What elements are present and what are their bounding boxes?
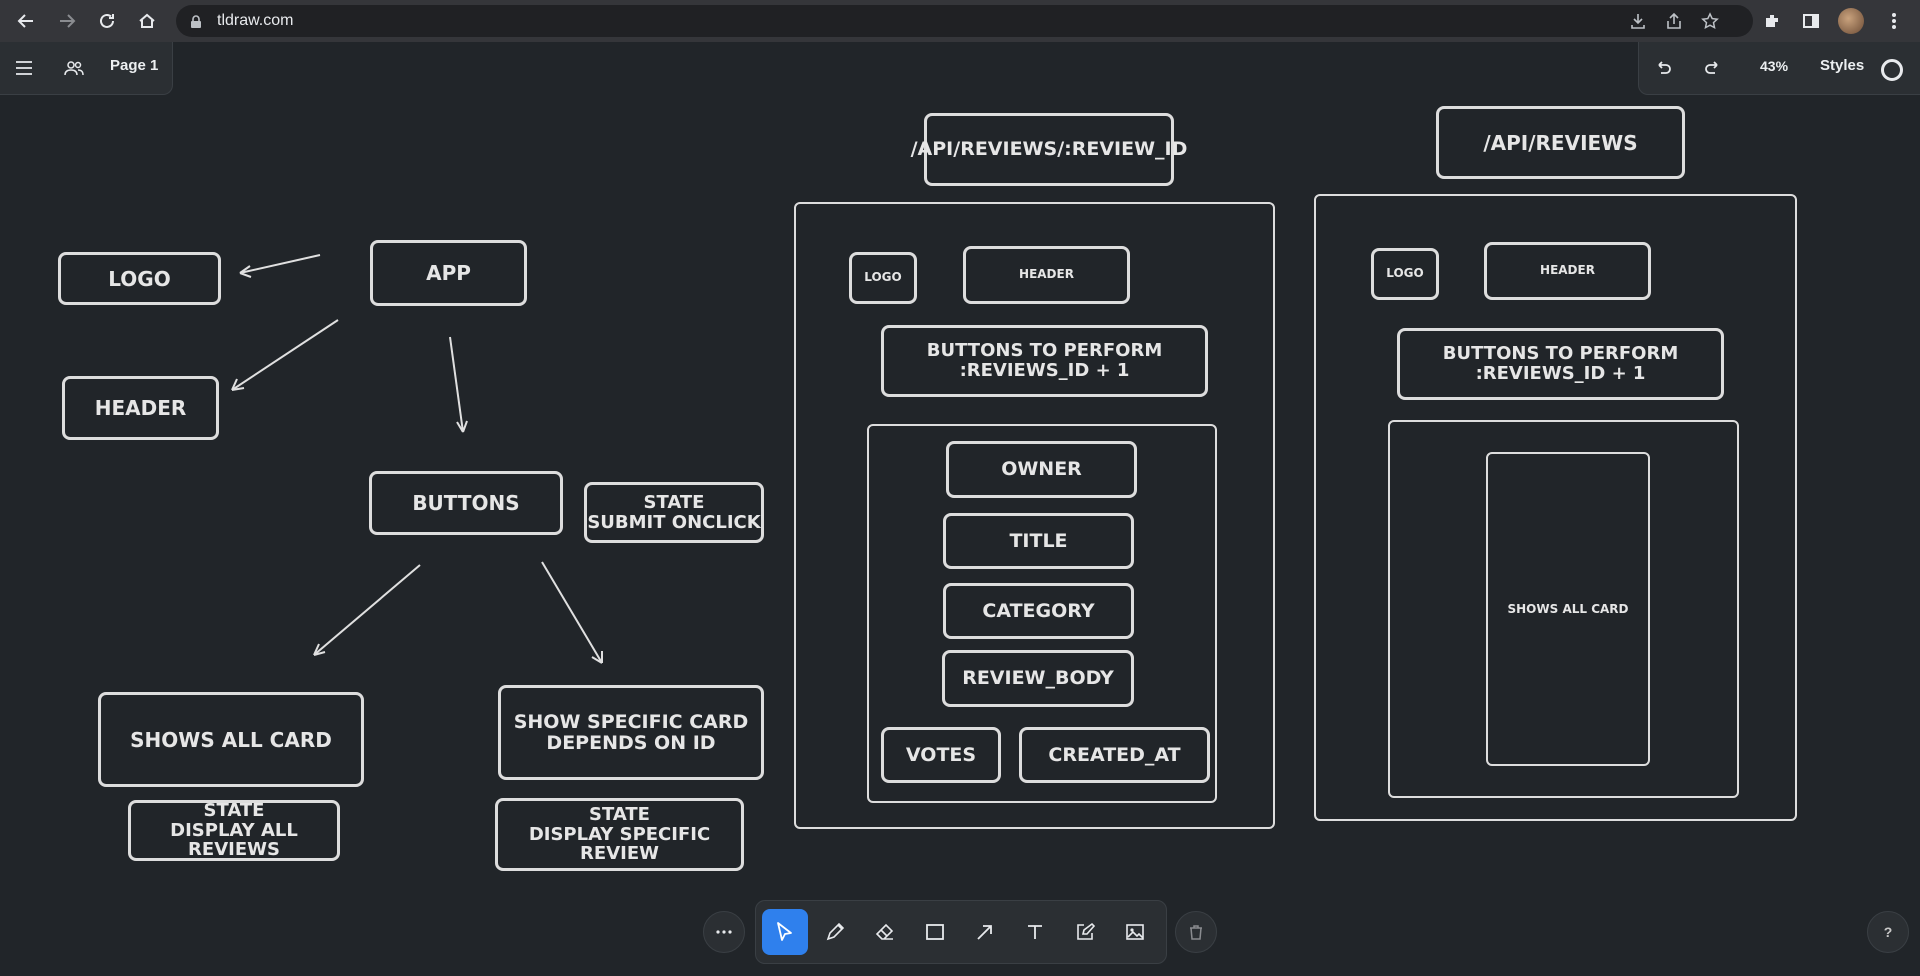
shows-all-card-node[interactable]: SHOWS ALL CARD xyxy=(98,692,364,787)
text-tool-button[interactable] xyxy=(1012,909,1058,955)
pencil-icon xyxy=(826,922,845,941)
note-tool-button[interactable] xyxy=(1062,909,1108,955)
owner-field-box[interactable]: OWNER xyxy=(946,441,1137,498)
url-text: tldraw.com xyxy=(217,12,294,29)
reviews-card-label: SHOWS ALL CARD xyxy=(1507,602,1629,616)
select-tool-button[interactable] xyxy=(762,909,808,955)
ellipsis-icon xyxy=(716,930,732,934)
logo-node[interactable]: LOGO xyxy=(58,252,221,305)
category-field-box[interactable]: CATEGORY xyxy=(943,583,1134,639)
tools-toolbar xyxy=(755,900,1167,964)
cursor-icon xyxy=(777,922,792,941)
text-icon xyxy=(1028,925,1042,939)
zoom-level-button[interactable]: 43% xyxy=(1760,58,1788,74)
reviews-header-box[interactable]: HEADER xyxy=(1484,242,1651,300)
share-icon[interactable] xyxy=(1662,9,1686,33)
people-icon[interactable] xyxy=(57,51,91,85)
more-tools-button[interactable] xyxy=(703,911,745,953)
lock-icon xyxy=(190,14,202,33)
app-node[interactable]: APP xyxy=(370,240,527,306)
browser-toolbar: tldraw.com xyxy=(0,0,1920,42)
review-id-buttons-box[interactable]: BUTTONS TO PERFORM :REVIEWS_ID + 1 xyxy=(881,325,1208,397)
image-icon xyxy=(1126,924,1144,940)
profile-avatar[interactable] xyxy=(1838,8,1864,34)
created-at-field-box[interactable]: CREATED_AT xyxy=(1019,727,1210,783)
color-swatch-icon[interactable] xyxy=(1881,59,1903,81)
rectangle-tool-button[interactable] xyxy=(912,909,958,955)
arrow-icon xyxy=(977,925,992,940)
address-bar[interactable]: tldraw.com xyxy=(176,5,1753,37)
state-submit-node[interactable]: STATE SUBMIT ONCLICK xyxy=(584,482,764,543)
eraser-tool-button[interactable] xyxy=(862,909,908,955)
state-display-all-node[interactable]: STATE DISPLAY ALL REVIEWS xyxy=(128,800,340,861)
reviews-route-label[interactable]: /API/REVIEWS xyxy=(1436,106,1685,179)
rectangle-icon xyxy=(926,924,944,940)
show-specific-card-node[interactable]: SHOW SPECIFIC CARD DEPENDS ON ID xyxy=(498,685,764,780)
menu-panel: Page 1 xyxy=(0,42,173,95)
home-icon[interactable] xyxy=(133,7,161,35)
hamburger-menu-icon[interactable] xyxy=(7,51,41,85)
reload-icon[interactable] xyxy=(93,7,121,35)
arrow-tool-button[interactable] xyxy=(962,909,1008,955)
buttons-node[interactable]: BUTTONS xyxy=(369,471,563,535)
help-button[interactable]: ? xyxy=(1867,911,1909,953)
review-id-logo-box[interactable]: LOGO xyxy=(849,252,917,304)
state-display-specific-node[interactable]: STATE DISPLAY SPECIFIC REVIEW xyxy=(495,798,744,871)
votes-field-box[interactable]: VOTES xyxy=(881,727,1001,783)
review-id-route-label[interactable]: /API/REVIEWS/:REVIEW_ID xyxy=(911,113,1187,186)
image-tool-button[interactable] xyxy=(1112,909,1158,955)
header-node[interactable]: HEADER xyxy=(62,376,219,440)
eraser-icon xyxy=(875,923,894,940)
side-panel-icon[interactable] xyxy=(1799,9,1823,33)
reviews-buttons-box[interactable]: BUTTONS TO PERFORM :REVIEWS_ID + 1 xyxy=(1397,328,1724,400)
reviews-logo-box[interactable]: LOGO xyxy=(1371,248,1439,300)
install-icon[interactable] xyxy=(1626,9,1650,33)
review-body-field-box[interactable]: REVIEW_BODY xyxy=(942,650,1134,707)
trash-icon xyxy=(1190,925,1202,940)
draw-tool-button[interactable] xyxy=(812,909,858,955)
extensions-icon[interactable] xyxy=(1760,9,1784,33)
reviews-shows-all-card-box[interactable]: SHOWS ALL CARD xyxy=(1486,452,1650,766)
note-edit-icon xyxy=(1077,922,1095,940)
bookmark-star-icon[interactable] xyxy=(1698,9,1722,33)
back-icon[interactable] xyxy=(12,7,40,35)
delete-button[interactable] xyxy=(1175,911,1217,953)
forward-icon[interactable] xyxy=(53,7,81,35)
title-field-box[interactable]: TITLE xyxy=(943,513,1134,569)
review-id-header-box[interactable]: HEADER xyxy=(963,246,1130,304)
kebab-menu-icon[interactable] xyxy=(1882,9,1906,33)
redo-icon[interactable] xyxy=(1696,51,1730,85)
styles-button[interactable]: Styles xyxy=(1820,57,1864,74)
page-name-button[interactable]: Page 1 xyxy=(110,57,158,74)
undo-icon[interactable] xyxy=(1646,51,1680,85)
